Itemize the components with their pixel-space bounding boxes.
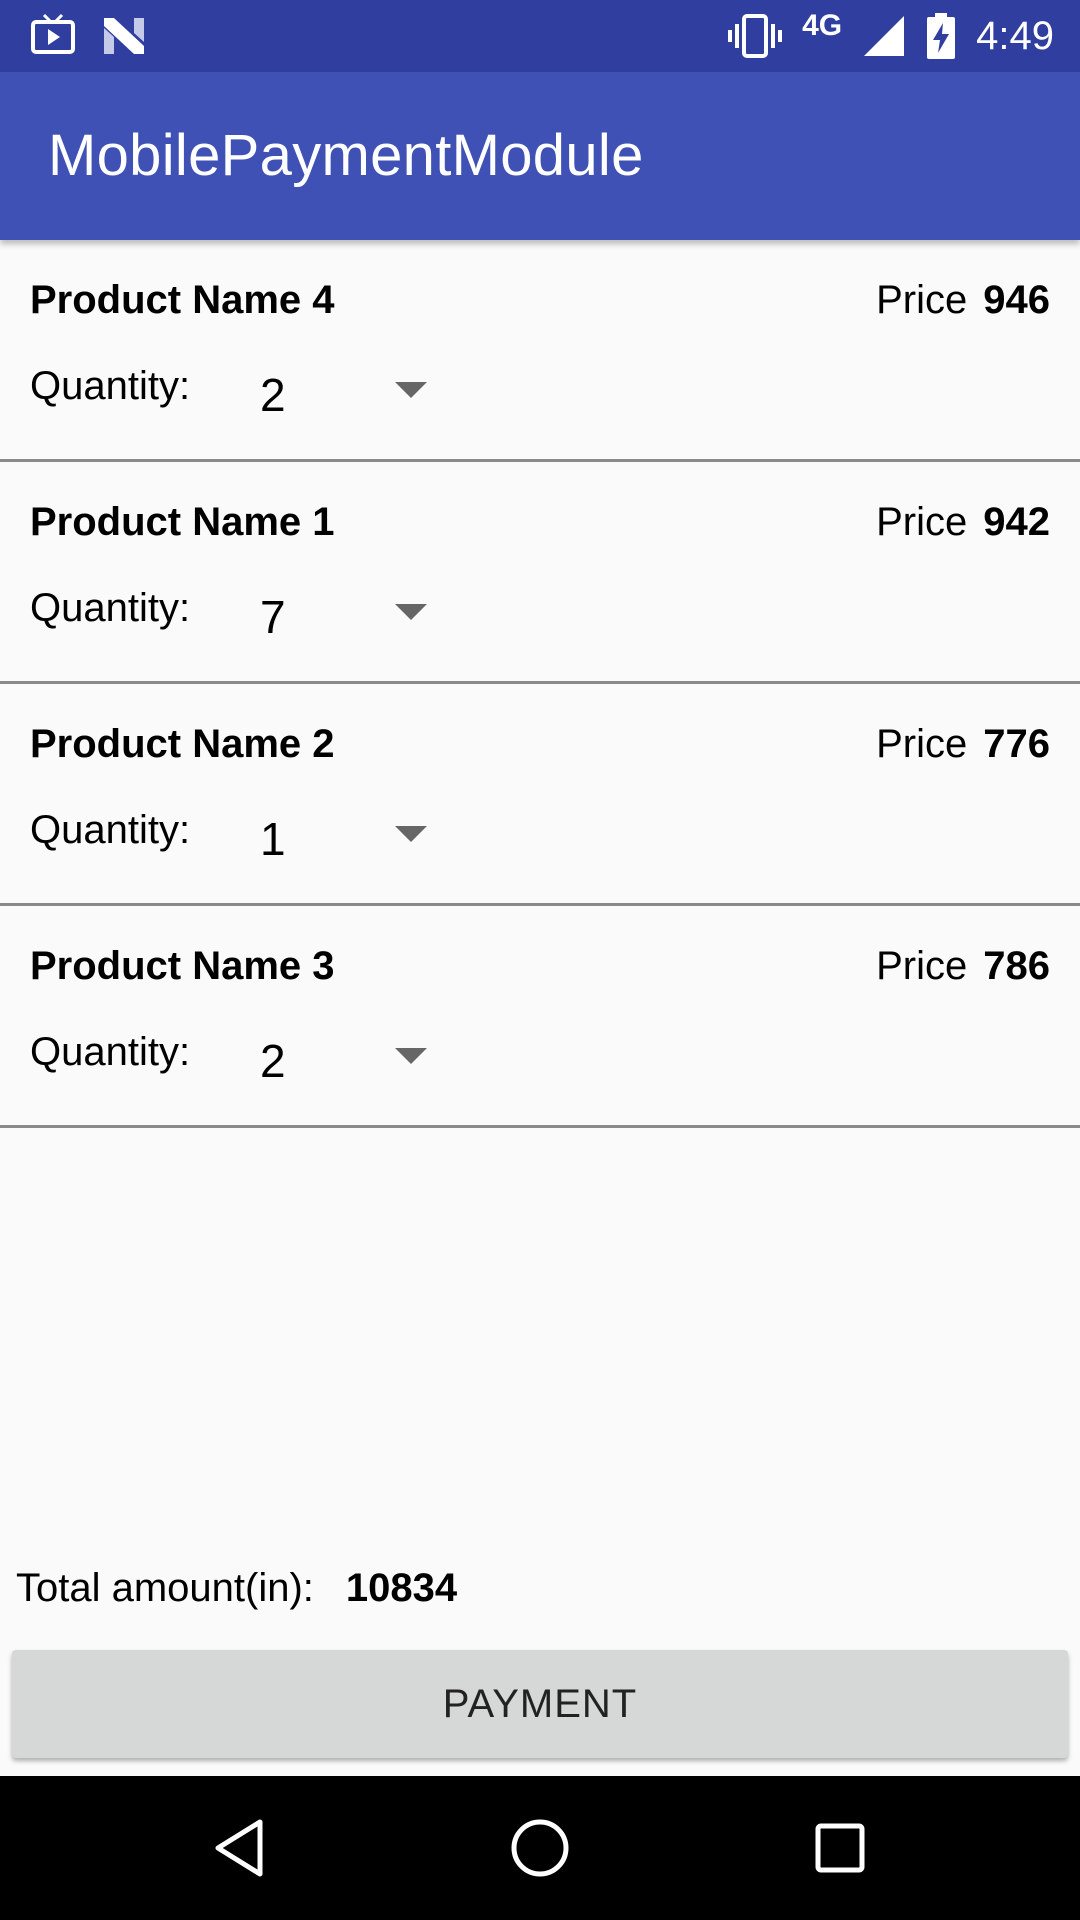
product-name: Product Name 1 — [30, 500, 335, 544]
quantity-label: Quantity: — [30, 1030, 191, 1074]
price-value: 786 — [983, 944, 1050, 988]
battery-charging-icon — [927, 13, 956, 59]
total-row: Total amount(in): 10834 — [16, 1566, 457, 1611]
product-item[interactable]: Product Name 1 Price 942 Quantity: 7 — [0, 462, 1080, 684]
price-value: 946 — [983, 278, 1050, 322]
clock: 4:49 — [976, 14, 1054, 58]
price-label: Price — [876, 944, 968, 988]
quantity-label: Quantity: — [30, 364, 191, 408]
dropdown-arrow-icon — [395, 826, 427, 842]
vibrate-icon — [728, 14, 783, 58]
home-icon[interactable] — [504, 1812, 576, 1884]
product-name: Product Name 4 — [30, 278, 335, 322]
price-value: 942 — [983, 500, 1050, 544]
quantity-label: Quantity: — [30, 586, 191, 630]
quantity-spinner[interactable]: 1 — [250, 796, 440, 872]
product-price: Price 786 — [876, 944, 1050, 989]
product-name: Product Name 2 — [30, 722, 335, 766]
total-label: Total amount(in): — [16, 1566, 314, 1610]
quantity-spinner[interactable]: 7 — [250, 574, 440, 650]
navigation-bar — [0, 1776, 1080, 1920]
back-icon[interactable] — [204, 1812, 276, 1884]
product-name: Product Name 3 — [30, 944, 335, 988]
network-type: 4G — [802, 9, 843, 42]
product-price: Price 776 — [876, 722, 1050, 767]
app-bar: MobilePaymentModule — [0, 72, 1080, 240]
payment-button[interactable]: PAYMENT — [12, 1650, 1068, 1758]
tv-icon — [31, 13, 75, 54]
product-list: Product Name 4 Price 946 Quantity: 2 Pro… — [0, 240, 1080, 1128]
app-title: MobilePaymentModule — [48, 123, 644, 188]
n-icon — [104, 18, 144, 54]
product-item[interactable]: Product Name 3 Price 786 Quantity: 2 — [0, 906, 1080, 1128]
total-value: 10834 — [345, 1566, 458, 1610]
dropdown-arrow-icon — [395, 604, 427, 620]
quantity-value: 2 — [260, 1035, 286, 1087]
price-label: Price — [876, 500, 968, 544]
product-item[interactable]: Product Name 2 Price 776 Quantity: 1 — [0, 684, 1080, 906]
quantity-value: 7 — [260, 591, 286, 643]
price-label: Price — [876, 722, 968, 766]
quantity-spinner[interactable]: 2 — [250, 1018, 440, 1094]
recents-icon[interactable] — [804, 1812, 876, 1884]
quantity-value: 2 — [260, 369, 286, 421]
signal-icon — [864, 16, 905, 56]
price-value: 776 — [983, 722, 1050, 766]
dropdown-arrow-icon — [395, 1048, 427, 1064]
status-bar: 4G 4:49 — [0, 0, 1080, 72]
price-label: Price — [876, 278, 968, 322]
quantity-spinner[interactable]: 2 — [250, 352, 440, 428]
product-price: Price 942 — [876, 500, 1050, 545]
dropdown-arrow-icon — [395, 382, 427, 398]
product-price: Price 946 — [876, 278, 1050, 323]
quantity-value: 1 — [260, 813, 286, 865]
product-item[interactable]: Product Name 4 Price 946 Quantity: 2 — [0, 240, 1080, 462]
quantity-label: Quantity: — [30, 808, 191, 852]
